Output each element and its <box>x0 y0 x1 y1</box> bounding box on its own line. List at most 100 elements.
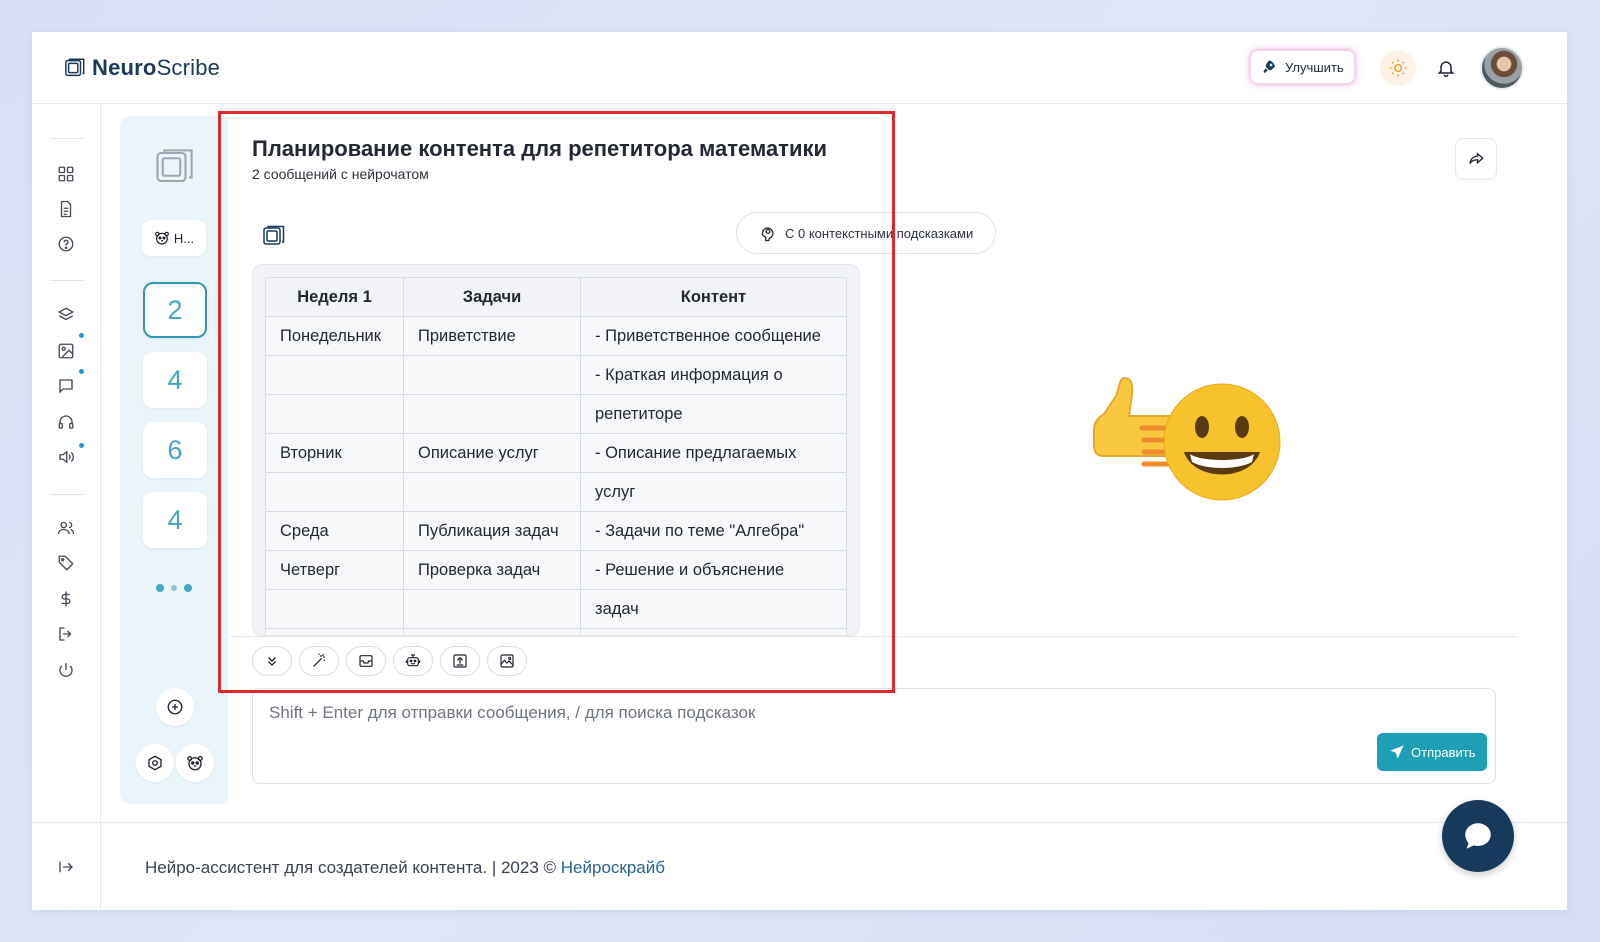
document-icon[interactable] <box>55 198 77 220</box>
chat-list-item[interactable]: 2 <box>143 282 207 338</box>
table-cell <box>403 394 581 434</box>
chat-list: Н... 2 4 6 4 <box>120 116 228 804</box>
notifications-button[interactable] <box>1430 52 1462 84</box>
upload-button[interactable] <box>440 646 480 676</box>
dot <box>156 584 164 592</box>
logout-icon[interactable] <box>55 623 77 645</box>
logo-text: NeuroScribe <box>92 55 221 80</box>
speaker-icon[interactable] <box>55 446 77 468</box>
column-header: Задачи <box>403 277 581 317</box>
robot-icon <box>405 654 421 667</box>
footer-text: Нейро-ассистент для создателей контента.… <box>145 858 665 878</box>
table-header-row: Неделя 1 Задачи Контент <box>265 277 847 317</box>
tag-icon[interactable] <box>55 552 77 574</box>
chat-icon[interactable] <box>55 375 77 397</box>
users-icon[interactable] <box>55 517 77 539</box>
layers-icon[interactable] <box>55 304 77 326</box>
notification-dot <box>79 369 84 374</box>
dashboard-icon[interactable] <box>55 163 77 185</box>
table-cell: Приветствие <box>403 316 581 356</box>
chat-bubble-icon <box>1465 823 1491 849</box>
settings-icon <box>148 755 162 771</box>
scroll-down-button[interactable] <box>252 646 292 676</box>
content-plan-table: Неделя 1 Задачи Контент Понедельник Прив… <box>265 277 847 635</box>
chat-list-item[interactable]: 4 <box>143 352 207 408</box>
chat-list-item[interactable]: 6 <box>143 422 207 478</box>
assistant-chip[interactable]: Н... <box>142 220 206 256</box>
magic-wand-button[interactable] <box>299 646 339 676</box>
power-icon[interactable] <box>55 659 77 681</box>
upgrade-button[interactable]: Улучшить <box>1250 50 1355 84</box>
table-row: репетиторе <box>265 394 847 434</box>
new-chat-button[interactable] <box>156 688 194 726</box>
message-input[interactable]: Shift + Enter для отправки сообщения, / … <box>252 688 1496 784</box>
footer-link[interactable]: Нейроскрайб <box>561 858 665 877</box>
expand-icon <box>59 861 73 873</box>
table-row: задач <box>265 589 847 629</box>
dollar-icon[interactable] <box>55 588 77 610</box>
hint-icon <box>761 227 774 242</box>
assistant-chip-label: Н... <box>173 230 195 246</box>
table-cell: - Задачи по теме "Алгебра" <box>580 511 847 551</box>
column-header: Контент <box>580 277 847 317</box>
image-icon <box>500 654 514 668</box>
table-row: услуг <box>265 472 847 512</box>
table-cell <box>403 472 581 512</box>
notification-dot <box>79 333 84 338</box>
table-cell <box>265 589 404 629</box>
context-hints-label: С 0 контекстными подсказками <box>785 225 974 241</box>
table-cell <box>403 628 581 635</box>
assistant-button[interactable] <box>176 744 214 782</box>
logo-icon <box>65 58 85 77</box>
send-icon <box>1390 745 1404 759</box>
headphones-icon[interactable] <box>55 411 77 433</box>
table-cell <box>265 472 404 512</box>
more-chats-button[interactable] <box>156 584 192 592</box>
chat-title: Планирование контента для репетитора мат… <box>252 136 828 161</box>
nav-divider <box>50 494 84 495</box>
nav-divider <box>50 138 84 139</box>
table-row: - Краткая информация о <box>265 355 847 395</box>
table-cell: Проверка задач <box>403 550 581 590</box>
dot <box>184 584 192 592</box>
table-cell: - Приветственное сообщение <box>580 316 847 356</box>
inbox-button[interactable] <box>346 646 386 676</box>
panda-icon <box>154 231 169 245</box>
support-chat-button[interactable] <box>1442 800 1514 872</box>
share-icon <box>1469 152 1484 165</box>
left-navigation <box>32 104 101 824</box>
table-cell: услуг <box>580 472 847 512</box>
table-cell <box>265 628 404 635</box>
column-header: Неделя 1 <box>265 277 404 317</box>
context-hints-pill[interactable]: С 0 контекстными подсказками <box>736 212 997 254</box>
settings-button[interactable] <box>136 744 174 782</box>
panda-icon <box>187 755 203 771</box>
table-cell <box>265 394 404 434</box>
dot <box>171 585 177 591</box>
app-logo[interactable]: NeuroScribe <box>64 55 220 81</box>
user-avatar[interactable] <box>1480 46 1524 90</box>
image-generate-button[interactable] <box>487 646 527 676</box>
table-cell: - Решение и объяснение <box>580 550 847 590</box>
upgrade-label: Улучшить <box>1285 59 1344 75</box>
chat-list-item[interactable]: 4 <box>143 492 207 548</box>
logo-icon <box>156 149 193 183</box>
help-icon[interactable] <box>55 233 77 255</box>
table-row: Вторник Описание услуг - Описание предла… <box>265 433 847 473</box>
chevrons-down-icon <box>268 657 276 666</box>
send-button[interactable]: Отправить <box>1377 733 1488 771</box>
table-cell: репетиторе <box>580 394 847 434</box>
image-icon[interactable] <box>55 340 77 362</box>
robot-button[interactable] <box>393 646 433 676</box>
table-cell: задач <box>580 589 847 629</box>
table-row: Понедельник Приветствие - Приветственное… <box>265 316 847 356</box>
share-button[interactable] <box>1455 138 1497 180</box>
table-cell: - Описание предлагаемых <box>580 433 847 473</box>
theme-toggle-button[interactable] <box>1380 50 1416 86</box>
bot-avatar-icon <box>263 225 285 245</box>
table-row: Четверг Проверка задач - Решение и объяс… <box>265 550 847 590</box>
collapse-sidebar-button[interactable] <box>32 823 101 911</box>
upload-icon <box>453 654 467 668</box>
top-bar: NeuroScribe Улучшить <box>32 32 1567 104</box>
footer-copyright: Нейро-ассистент для создателей контента.… <box>145 858 557 877</box>
